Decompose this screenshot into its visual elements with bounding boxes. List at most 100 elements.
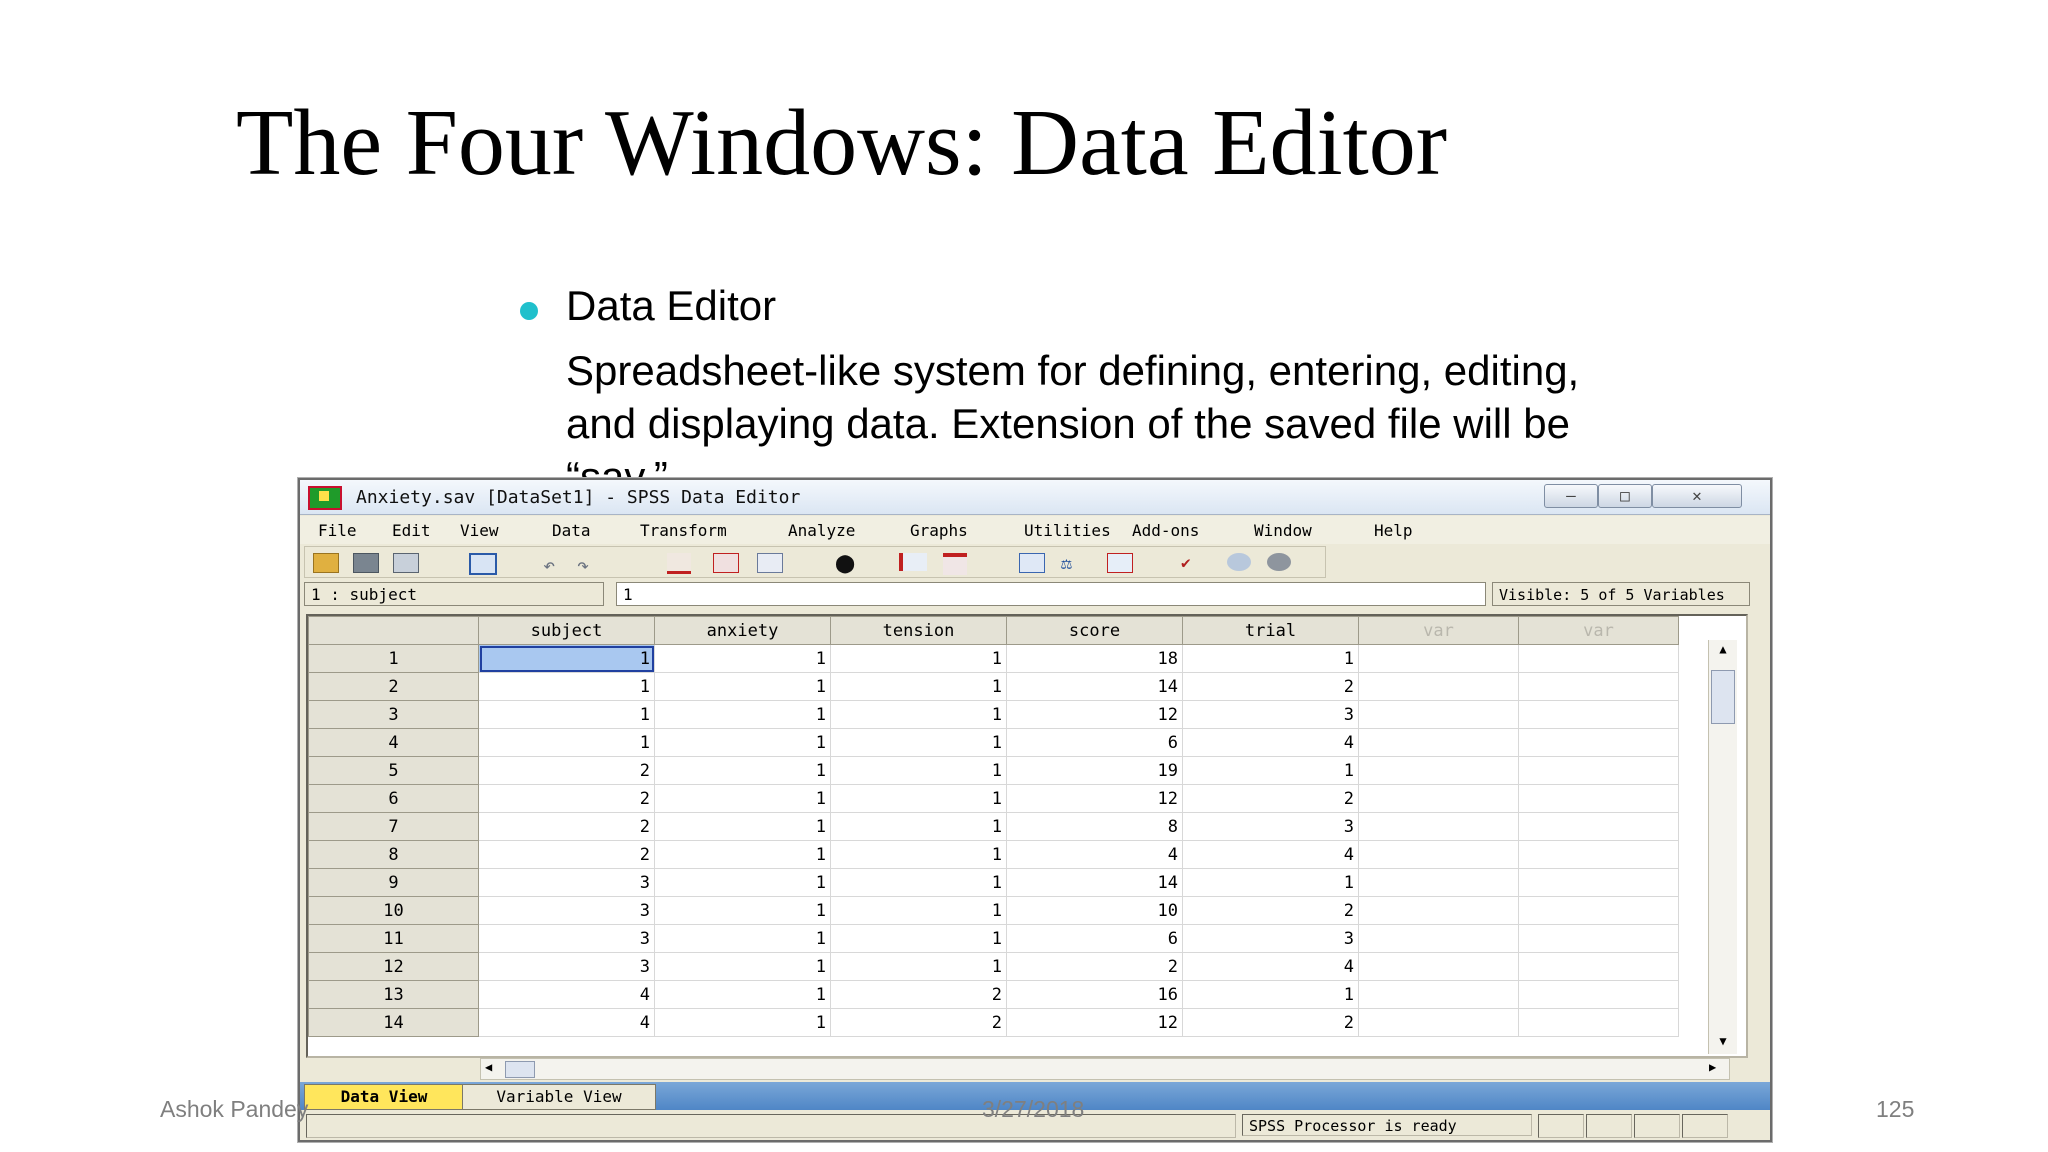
data-cell-anxiety[interactable]: 1 <box>654 924 831 953</box>
row-number[interactable]: 10 <box>308 896 479 925</box>
data-cell-subject[interactable]: 2 <box>478 812 655 841</box>
data-cell-score[interactable]: 6 <box>1006 728 1183 757</box>
cell-value-input[interactable]: 1 <box>616 582 1486 606</box>
data-cell-subject[interactable]: 1 <box>478 700 655 729</box>
data-cell-subject[interactable]: 3 <box>478 952 655 981</box>
menu-file[interactable]: File <box>318 521 357 540</box>
show-all-icon[interactable] <box>1267 553 1291 571</box>
variables-icon[interactable] <box>757 553 783 573</box>
empty-var-cell[interactable] <box>1518 812 1679 841</box>
data-cell-subject[interactable]: 3 <box>478 868 655 897</box>
empty-var-cell[interactable] <box>1358 728 1519 757</box>
data-cell-trial[interactable]: 4 <box>1182 840 1359 869</box>
data-cell-tension[interactable]: 1 <box>830 896 1007 925</box>
data-cell-anxiety[interactable]: 1 <box>654 868 831 897</box>
tab-data-view[interactable]: Data View <box>304 1084 464 1110</box>
menu-utilities[interactable]: Utilities <box>1024 521 1111 540</box>
row-number[interactable]: 9 <box>308 868 479 897</box>
row-number[interactable]: 7 <box>308 812 479 841</box>
menu-help[interactable]: Help <box>1374 521 1413 540</box>
empty-var-cell[interactable] <box>1518 728 1679 757</box>
menu-view[interactable]: View <box>460 521 499 540</box>
menu-graphs[interactable]: Graphs <box>910 521 968 540</box>
vertical-scroll-thumb[interactable] <box>1711 670 1735 724</box>
maximize-button[interactable]: □ <box>1598 484 1652 508</box>
empty-var-cell[interactable] <box>1358 840 1519 869</box>
empty-var-cell[interactable] <box>1358 952 1519 981</box>
data-cell-trial[interactable]: 1 <box>1182 980 1359 1009</box>
data-cell-anxiety[interactable]: 1 <box>654 896 831 925</box>
empty-var-cell[interactable] <box>1358 784 1519 813</box>
goto-variable-icon[interactable] <box>713 553 739 573</box>
empty-var-cell[interactable] <box>1518 672 1679 701</box>
open-icon[interactable] <box>313 553 339 573</box>
redo-icon[interactable]: ↷ <box>577 553 601 577</box>
data-cell-score[interactable]: 18 <box>1006 644 1183 673</box>
data-cell-score[interactable]: 4 <box>1006 840 1183 869</box>
data-cell-anxiety[interactable]: 1 <box>654 1008 831 1037</box>
empty-var-cell[interactable] <box>1518 644 1679 673</box>
data-cell-anxiety[interactable]: 1 <box>654 700 831 729</box>
menu-window[interactable]: Window <box>1254 521 1312 540</box>
data-cell-trial[interactable]: 2 <box>1182 1008 1359 1037</box>
empty-var-cell[interactable] <box>1518 980 1679 1009</box>
empty-var-cell[interactable] <box>1358 644 1519 673</box>
empty-var-cell[interactable] <box>1358 980 1519 1009</box>
data-cell-score[interactable]: 12 <box>1006 700 1183 729</box>
data-cell-tension[interactable]: 1 <box>830 700 1007 729</box>
data-cell-tension[interactable]: 1 <box>830 756 1007 785</box>
empty-var-cell[interactable] <box>1358 672 1519 701</box>
empty-var-cell[interactable] <box>1518 896 1679 925</box>
data-cell-subject[interactable]: 1 <box>478 644 655 673</box>
data-cell-tension[interactable]: 1 <box>830 952 1007 981</box>
data-cell-subject[interactable]: 4 <box>478 1008 655 1037</box>
row-number[interactable]: 4 <box>308 728 479 757</box>
data-cell-tension[interactable]: 1 <box>830 924 1007 953</box>
tab-variable-view[interactable]: Variable View <box>462 1084 656 1110</box>
menu-data[interactable]: Data <box>552 521 591 540</box>
scroll-up-arrow[interactable]: ▲ <box>1713 642 1733 656</box>
data-cell-anxiety[interactable]: 1 <box>654 728 831 757</box>
close-button[interactable]: ✕ <box>1652 484 1742 508</box>
empty-var-cell[interactable] <box>1518 784 1679 813</box>
row-number[interactable]: 13 <box>308 980 479 1009</box>
row-number[interactable]: 14 <box>308 1008 479 1037</box>
data-cell-subject[interactable]: 4 <box>478 980 655 1009</box>
data-cell-anxiety[interactable]: 1 <box>654 840 831 869</box>
data-cell-anxiety[interactable]: 1 <box>654 952 831 981</box>
data-cell-anxiety[interactable]: 1 <box>654 784 831 813</box>
empty-var-cell[interactable] <box>1358 1008 1519 1037</box>
find-icon[interactable]: ⬤ <box>835 553 859 574</box>
minimize-button[interactable]: – <box>1544 484 1598 508</box>
empty-var-cell[interactable] <box>1358 924 1519 953</box>
column-header-subject[interactable]: subject <box>478 616 655 645</box>
data-cell-trial[interactable]: 4 <box>1182 728 1359 757</box>
column-header-trial[interactable]: trial <box>1182 616 1359 645</box>
data-cell-tension[interactable]: 1 <box>830 840 1007 869</box>
column-header-var[interactable]: var <box>1518 616 1679 645</box>
save-icon[interactable] <box>353 553 379 573</box>
data-cell-subject[interactable]: 2 <box>478 784 655 813</box>
data-cell-subject[interactable]: 3 <box>478 924 655 953</box>
value-labels-icon[interactable]: ✔ <box>1181 553 1205 572</box>
data-cell-subject[interactable]: 2 <box>478 840 655 869</box>
scroll-left-arrow[interactable]: ◀ <box>485 1060 492 1074</box>
column-header-tension[interactable]: tension <box>830 616 1007 645</box>
empty-var-cell[interactable] <box>1358 812 1519 841</box>
row-number[interactable]: 3 <box>308 700 479 729</box>
column-header-score[interactable]: score <box>1006 616 1183 645</box>
split-file-icon[interactable] <box>1019 553 1045 573</box>
data-cell-score[interactable]: 6 <box>1006 924 1183 953</box>
data-cell-score[interactable]: 16 <box>1006 980 1183 1009</box>
empty-var-cell[interactable] <box>1358 756 1519 785</box>
empty-var-cell[interactable] <box>1358 700 1519 729</box>
data-cell-tension[interactable]: 2 <box>830 1008 1007 1037</box>
data-cell-score[interactable]: 14 <box>1006 672 1183 701</box>
row-number[interactable]: 2 <box>308 672 479 701</box>
horizontal-scrollbar[interactable]: ◀ ▶ <box>480 1058 1730 1080</box>
data-cell-tension[interactable]: 1 <box>830 728 1007 757</box>
empty-var-cell[interactable] <box>1358 868 1519 897</box>
data-cell-tension[interactable]: 1 <box>830 784 1007 813</box>
data-cell-trial[interactable]: 4 <box>1182 952 1359 981</box>
data-cell-score[interactable]: 12 <box>1006 784 1183 813</box>
